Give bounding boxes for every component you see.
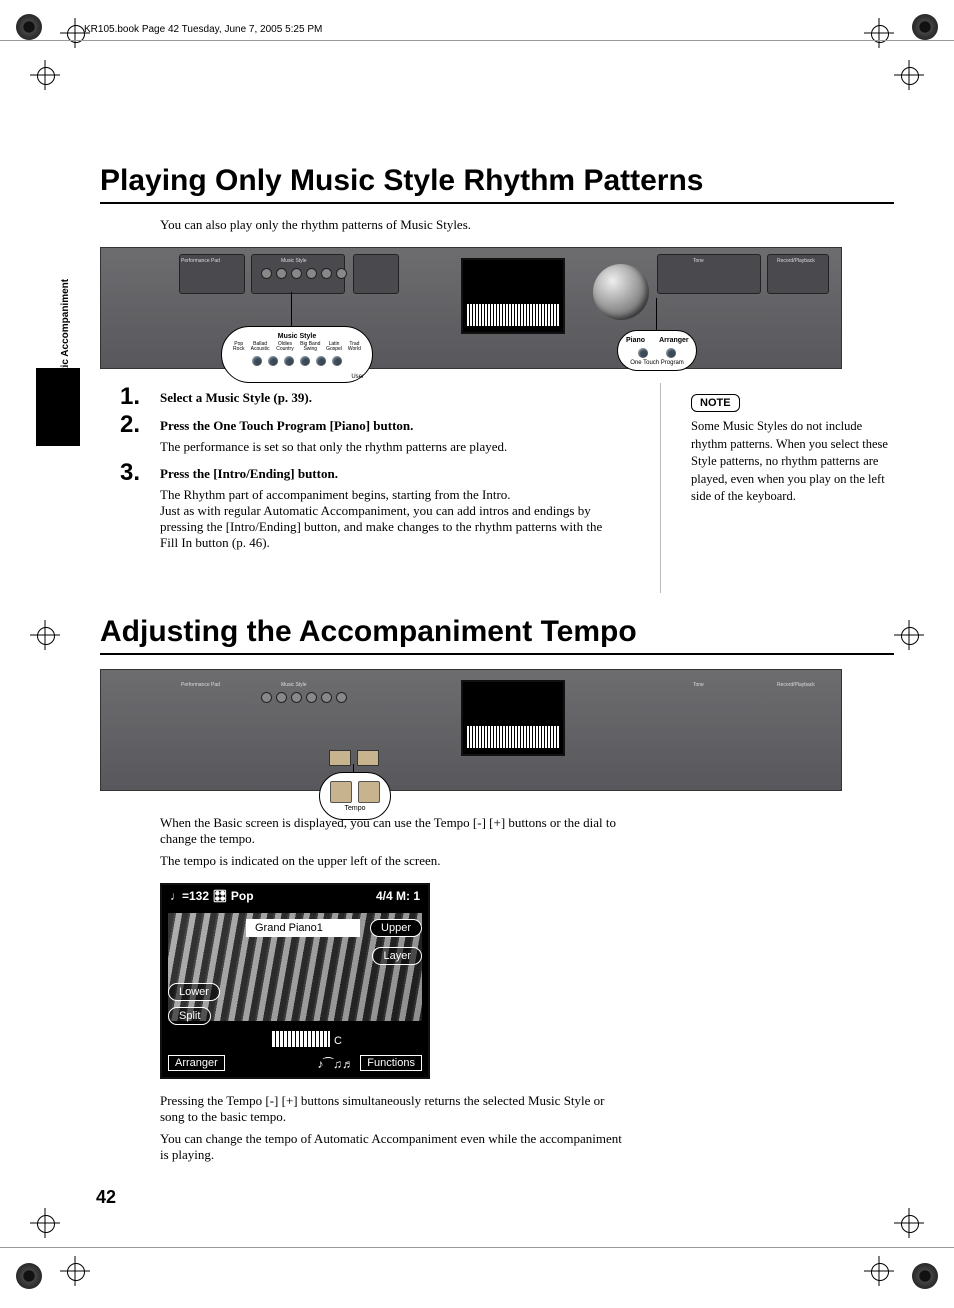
music-style-callout-title: Music Style — [232, 333, 362, 340]
lcd-music-icon: ♪⁀♫♬ — [317, 1057, 354, 1071]
chapter-tab-marker — [36, 368, 80, 446]
page-number: 42 — [96, 1187, 116, 1208]
lcd-layer-btn: Layer — [372, 947, 422, 965]
panel-dial-icon — [593, 264, 649, 320]
tempo-para-4: You can change the tempo of Automatic Ac… — [160, 1131, 630, 1163]
step-1: 1. Select a Music Style (p. 39). — [120, 389, 630, 407]
lcd-instrument: Grand Piano1 — [246, 919, 360, 937]
title-rule — [100, 202, 894, 204]
lcd-split-btn: Split — [168, 1007, 211, 1025]
step-head: Press the One Touch Program [Piano] butt… — [160, 418, 413, 433]
section-title-rhythm: Playing Only Music Style Rhythm Patterns — [100, 164, 894, 198]
ms-cat: Oldies Country — [275, 342, 296, 352]
crop-tick-icon — [864, 18, 894, 48]
ms-cat: Ballad Acoustic — [250, 342, 271, 352]
lcd-arranger-btn: Arranger — [168, 1055, 225, 1071]
reg-mark-icon — [16, 14, 42, 40]
crop-tick-icon — [864, 1256, 894, 1286]
keyboard-panel-figure-2: Performance Pad Music Style Tone Record/… — [100, 669, 842, 791]
lcd-lower-btn: Lower — [168, 983, 220, 1001]
lcd-mini-keyboard-icon — [272, 1031, 330, 1047]
panel-screen-icon — [461, 258, 565, 334]
tempo-para-3: Pressing the Tempo [-] [+] buttons simul… — [160, 1093, 630, 1125]
lcd-top-right: 4/4 M: 1 — [376, 889, 420, 903]
tempo-callout: Tempo — [319, 772, 391, 820]
crop-tick-icon — [894, 1208, 924, 1238]
section-title-tempo: Adjusting the Accompaniment Tempo — [100, 615, 894, 649]
hairline — [0, 1247, 954, 1248]
step-head: Press the [Intro/Ending] button. — [160, 466, 338, 481]
one-touch-piano-label: Piano — [626, 337, 645, 344]
crop-tick-icon — [30, 620, 60, 650]
music-style-callout: Music Style Pop Rock Ballad Acoustic Old… — [221, 326, 373, 383]
reg-mark-icon — [16, 1263, 42, 1289]
lcd-functions-btn: Functions — [360, 1055, 422, 1071]
crop-tick-icon — [30, 60, 60, 90]
crop-tick-icon — [30, 1208, 60, 1238]
crop-tick-icon — [60, 1256, 90, 1286]
ms-cat: Pop Rock — [232, 342, 246, 352]
running-header: KR105.book Page 42 Tuesday, June 7, 2005… — [84, 24, 322, 35]
lcd-upper-btn: Upper — [370, 919, 422, 937]
step-num: 3. — [120, 459, 140, 487]
hairline — [0, 40, 954, 41]
note-badge: NOTE — [691, 394, 740, 412]
lcd-top-left: ♩=132 🎛 Pop — [170, 889, 254, 903]
lcd-note: C — [334, 1035, 342, 1047]
step-3: 3. Press the [Intro/Ending] button. The … — [120, 465, 630, 551]
tempo-para-1: When the Basic screen is displayed, you … — [160, 815, 630, 847]
step-body: The Rhythm part of accompaniment begins,… — [160, 487, 620, 551]
column-divider — [660, 383, 661, 593]
reg-mark-icon — [912, 1263, 938, 1289]
crop-tick-icon — [894, 60, 924, 90]
one-touch-callout: Piano Arranger One Touch Program — [617, 330, 697, 371]
crop-tick-icon — [894, 620, 924, 650]
ms-user-label: User — [351, 374, 364, 380]
one-touch-caption: One Touch Program — [626, 360, 688, 366]
ms-cat: Trad World — [347, 342, 362, 352]
title-rule — [100, 653, 894, 655]
section1-intro: You can also play only the rhythm patter… — [160, 217, 894, 233]
lcd-screenshot: ♩=132 🎛 Pop 4/4 M: 1 Grand Piano1 Upper … — [160, 883, 430, 1079]
reg-mark-icon — [912, 14, 938, 40]
one-touch-arranger-label: Arranger — [659, 337, 689, 344]
tempo-para-2: The tempo is indicated on the upper left… — [160, 853, 630, 869]
keyboard-panel-figure-1: Performance Pad Music Style Tone Record/… — [100, 247, 842, 369]
step-head: Select a Music Style (p. 39). — [160, 390, 312, 405]
step-num: 1. — [120, 383, 140, 411]
ms-cat: Big Band Swing — [299, 342, 321, 352]
note-text: Some Music Styles do not include rhythm … — [691, 418, 894, 506]
tempo-callout-label: Tempo — [344, 805, 365, 812]
ms-cat: Latin Gospel — [325, 342, 343, 352]
step-num: 2. — [120, 411, 140, 439]
step-body: The performance is set so that only the … — [160, 439, 620, 455]
step-2: 2. Press the One Touch Program [Piano] b… — [120, 417, 630, 455]
